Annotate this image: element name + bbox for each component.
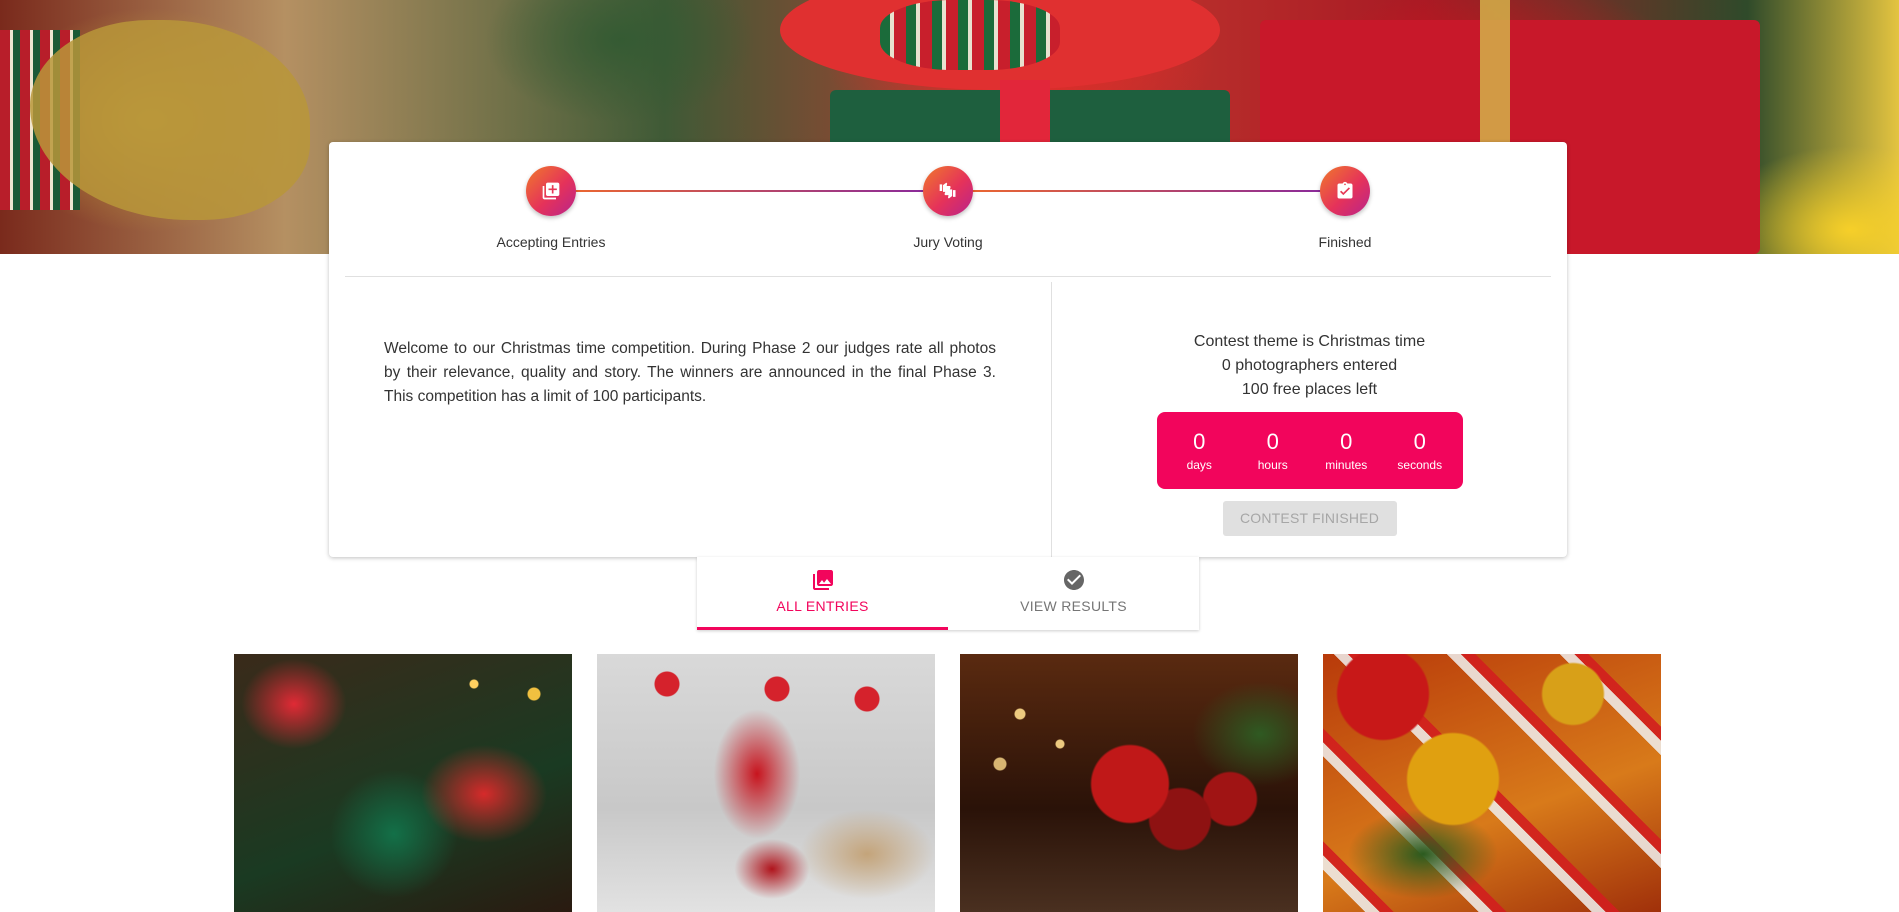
- entries-tabs: ALL ENTRIES VIEW RESULTS: [697, 557, 1199, 630]
- step-finished: Finished: [1245, 166, 1445, 250]
- tab-all-entries[interactable]: ALL ENTRIES: [697, 557, 948, 630]
- entry-photo[interactable]: [960, 654, 1298, 912]
- step-label: Accepting Entries: [496, 234, 606, 250]
- entries-gallery: [234, 654, 1662, 912]
- check-circle-icon: [1063, 570, 1084, 590]
- clipboard-check-icon: [1320, 166, 1370, 216]
- tab-view-results[interactable]: VIEW RESULTS: [948, 557, 1199, 630]
- contest-finished-button[interactable]: CONTEST FINISHED: [1222, 501, 1397, 536]
- tab-label: ALL ENTRIES: [776, 598, 869, 614]
- step-label: Jury Voting: [913, 234, 983, 250]
- free-places: 100 free places left: [1241, 381, 1378, 398]
- tab-label: VIEW RESULTS: [1020, 598, 1127, 614]
- entry-photo[interactable]: [597, 654, 935, 912]
- active-tab-indicator: [697, 627, 948, 630]
- phase-stepper: Accepting Entries Jury Voting Finished: [329, 142, 1567, 277]
- countdown-hours: 0 hours: [1257, 428, 1288, 472]
- countdown-seconds: 0 seconds: [1397, 428, 1443, 472]
- contest-card: Accepting Entries Jury Voting Finished W…: [329, 142, 1567, 557]
- contest-info: Contest theme is Christmas time 0 photog…: [1052, 330, 1567, 536]
- divider: [345, 276, 1551, 277]
- add-photo-icon: [526, 166, 576, 216]
- thumbs-vote-icon: [923, 166, 973, 216]
- entry-photo[interactable]: [1323, 654, 1661, 912]
- contest-description: Welcome to our Christmas time competitio…: [384, 340, 996, 405]
- photographers-entered: 0 photographers entered: [1221, 357, 1398, 374]
- entry-photo[interactable]: [234, 654, 572, 912]
- countdown-minutes: 0 minutes: [1325, 428, 1368, 472]
- countdown-timer: 0 days 0 hours 0 minutes 0 seconds: [1156, 412, 1463, 489]
- step-accepting-entries: Accepting Entries: [451, 166, 651, 250]
- contest-theme: Contest theme is Christmas time: [1193, 333, 1426, 350]
- step-label: Finished: [1318, 234, 1372, 250]
- step-jury-voting: Jury Voting: [848, 166, 1048, 250]
- photo-library-icon: [812, 570, 833, 590]
- countdown-days: 0 days: [1186, 428, 1212, 472]
